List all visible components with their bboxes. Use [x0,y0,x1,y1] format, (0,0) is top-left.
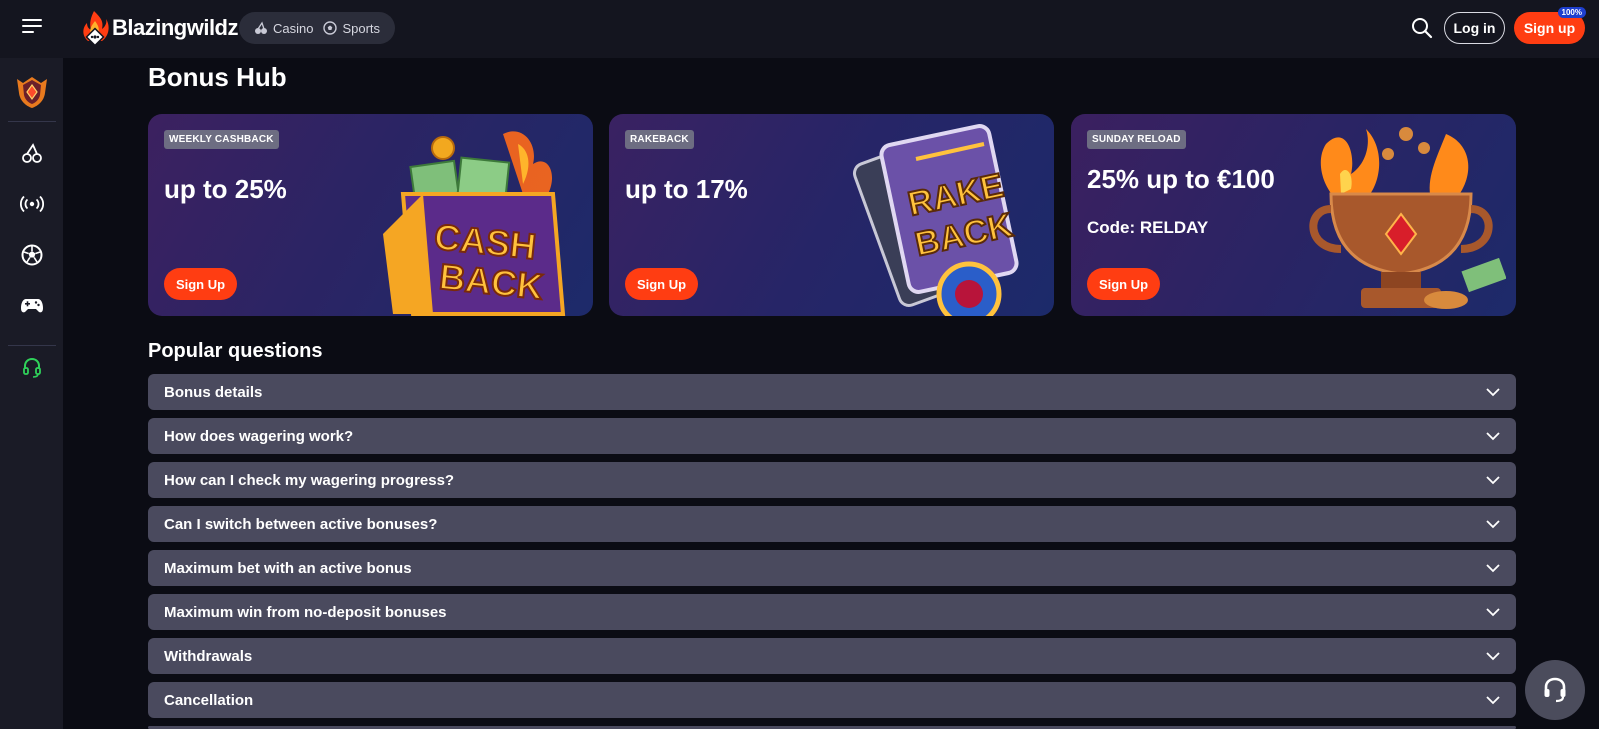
faq-question: How does wagering work? [164,427,354,445]
signup-label: Sign up [1523,20,1576,36]
faq-item[interactable]: How does wagering work? [148,418,1516,454]
rake-back-cards-icon: RAKE BACK [852,124,1019,316]
faq-item[interactable]: Bonus details [148,374,1516,410]
logo-text: Blazingwildz [112,15,239,40]
promo-amount: up to 25% [164,174,287,204]
chevron-down-icon [1486,519,1500,528]
sidebar [0,58,63,729]
promo-signup-label: Sign Up [1098,276,1149,292]
flaming-trophy-icon [1309,127,1506,309]
soccer-ball-icon [323,21,338,35]
cherry-icon [255,21,267,34]
support-chat-button[interactable] [1525,660,1585,720]
soccer-ball-icon [21,244,43,266]
promo-signup-button[interactable]: Sign Up [164,268,237,300]
faq-item[interactable]: Withdrawals [148,638,1516,674]
tab-sports[interactable]: Sports [323,21,380,36]
chevron-down-icon [1486,607,1500,616]
faq-item[interactable]: Cancellation [148,682,1516,718]
faq-item[interactable]: How can I check my wagering progress? [148,462,1516,498]
promo-tag: RAKEBACK [625,130,694,149]
signup-bonus-badge: 100% [1557,7,1586,18]
promo-card-weekly-cashback[interactable]: WEEKLY CASHBACK up to 25% Sign Up CASH B… [148,114,593,316]
search-icon[interactable] [1410,16,1434,40]
chevron-down-icon [1486,387,1500,396]
login-button[interactable]: Log in [1444,12,1505,44]
sidebar-item-support[interactable] [12,348,52,388]
tab-casino-label: Casino [273,20,314,36]
page-scrollbar[interactable] [1587,58,1599,729]
tab-sports-label: Sports [342,20,381,36]
sidebar-item-rewards[interactable] [12,72,52,112]
headset-support-icon [23,357,41,378]
sidebar-divider [8,121,56,122]
gamepad-icon [21,299,43,313]
promo-tag: WEEKLY CASHBACK [164,130,279,149]
promo-amount: 25% up to €100 [1087,164,1275,194]
sidebar-item-live[interactable] [12,184,52,224]
promo-signup-button[interactable]: Sign Up [1087,268,1160,300]
cash-back-wallet-icon: CASH BACK [383,131,566,316]
tab-casino[interactable]: Casino [254,21,313,36]
faq-question: Maximum win from no-deposit bonuses [164,603,447,621]
trophy-shield-icon [17,77,47,108]
product-switcher: Casino Sports [239,12,396,44]
faq-question: Withdrawals [164,647,253,665]
promo-signup-label: Sign Up [636,276,687,292]
chevron-down-icon [1486,651,1500,660]
top-bar: Blazingwildz Casino Sports Log in Sign u… [0,0,1599,58]
promo-tag: SUNDAY RELOAD [1087,130,1186,149]
page-title: Bonus Hub [148,62,287,92]
faq-item[interactable]: Maximum bet with an active bonus [148,550,1516,586]
sidebar-item-casino[interactable] [12,133,52,173]
chevron-down-icon [1486,475,1500,484]
sidebar-divider [8,345,56,346]
faq-item[interactable]: Maximum win from no-deposit bonuses [148,594,1516,630]
flame-logo-icon [83,11,109,47]
logo[interactable]: Blazingwildz [80,10,239,47]
promo-code: Code: RELDAY [1087,218,1209,237]
chevron-down-icon [1486,431,1500,440]
headset-support-icon [1544,677,1566,703]
faq-question: Maximum bet with an active bonus [164,559,412,577]
sidebar-item-sports[interactable] [12,235,52,275]
promo-amount: up to 17% [625,174,748,204]
cherry-icon [22,143,42,163]
login-label: Log in [1453,20,1496,36]
promo-card-sunday-reload[interactable]: SUNDAY RELOAD 25% up to €100 Code: RELDA… [1071,114,1516,316]
chevron-down-icon [1486,695,1500,704]
faq-title: Popular questions [148,340,323,362]
sidebar-item-games[interactable] [12,286,52,326]
promo-signup-label: Sign Up [175,276,226,292]
faq-question: Cancellation [164,691,254,709]
hamburger-menu-icon[interactable] [22,19,42,35]
promo-signup-button[interactable]: Sign Up [625,268,698,300]
promo-card-rakeback[interactable]: RAKEBACK up to 17% Sign Up RAKE BACK [609,114,1054,316]
faq-question: How can I check my wagering progress? [164,471,455,489]
faq-item[interactable]: Can I switch between active bonuses? [148,506,1516,542]
chevron-down-icon [1486,563,1500,572]
faq-question: Bonus details [164,383,263,401]
live-broadcast-icon [20,195,44,213]
faq-question: Can I switch between active bonuses? [164,515,438,533]
signup-button[interactable]: Sign up 100% [1514,7,1586,44]
